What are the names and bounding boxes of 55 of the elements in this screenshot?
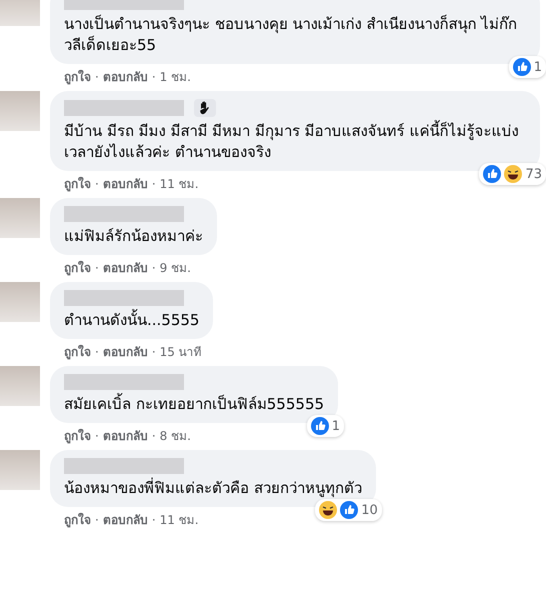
comment-text: น้องหมาของพี่ฟิมแต่ละตัวคือ สวยกว่าหนูทุกตัว xyxy=(64,478,362,499)
separator: · xyxy=(95,176,99,192)
reply-link[interactable]: ตอบกลับ xyxy=(102,176,148,192)
reaction-count: 1 xyxy=(332,418,340,434)
like-link[interactable]: ถูกใจ xyxy=(64,176,91,192)
reply-link[interactable]: ตอบกลับ xyxy=(102,428,148,444)
thumbs-up-icon xyxy=(512,58,531,76)
reaction-summary[interactable]: 10 xyxy=(315,499,382,521)
timestamp[interactable]: 9 ชม. xyxy=(160,260,191,276)
comment-text: สมัยเคเบิ้ล กะเทยอยากเป็นฟิล์ม555555 xyxy=(64,394,324,415)
reaction-summary[interactable]: 73 xyxy=(479,163,546,185)
separator: · xyxy=(152,344,156,360)
like-link[interactable]: ถูกใจ xyxy=(64,428,91,444)
avatar[interactable] xyxy=(0,198,40,238)
reply-link[interactable]: ตอบกลับ xyxy=(102,69,148,85)
comment-text: มีบ้าน มีรถ มีมง มีสามี มีหมา มีกุมาร มีอาบแสงจันทร์ แค่นี้ก็ไม่รู้จะแบ่งเวลายังไงแล้วค่ะ ตำนานของจริง xyxy=(64,121,520,163)
avatar[interactable] xyxy=(0,450,40,490)
separator: · xyxy=(152,69,156,85)
separator: · xyxy=(95,428,99,444)
separator: · xyxy=(152,176,156,192)
reaction-summary[interactable]: 1 xyxy=(508,56,546,78)
laughing-emoji-icon xyxy=(319,501,338,519)
timestamp[interactable]: 15 นาที xyxy=(160,344,202,360)
comment-text: แม่ฟิมล์รักน้องหมาค่ะ xyxy=(64,226,203,247)
like-link[interactable]: ถูกใจ xyxy=(64,260,91,276)
timestamp[interactable]: 1 ชม. xyxy=(160,69,191,85)
timestamp[interactable]: 8 ชม. xyxy=(160,428,191,444)
separator: · xyxy=(95,260,99,276)
reply-link[interactable]: ตอบกลับ xyxy=(102,344,148,360)
like-link[interactable]: ถูกใจ xyxy=(64,69,91,85)
separator: · xyxy=(95,69,99,85)
separator: · xyxy=(95,344,99,360)
comment-text: ตำนานดังนั้น...5555 xyxy=(64,310,200,331)
like-link[interactable]: ถูกใจ xyxy=(64,512,91,528)
comment-text: นางเป็นตำนานจริงๆนะ ชอบนางคุย นางเม้าเก่ง สำเนียงนางก็สนุก ไม่ก๊ก วลีเด็ดเยอะ55 xyxy=(64,14,518,56)
separator: · xyxy=(152,428,156,444)
thumbs-up-icon xyxy=(340,501,358,519)
separator: · xyxy=(152,260,156,276)
timestamp[interactable]: 11 ชม. xyxy=(160,176,199,192)
reaction-summary[interactable]: 1 xyxy=(306,415,344,437)
separator: · xyxy=(152,512,156,528)
laughing-emoji-icon xyxy=(504,165,522,183)
avatar[interactable] xyxy=(0,282,40,322)
timestamp[interactable]: 11 ชม. xyxy=(160,512,199,528)
thumbs-up-icon xyxy=(483,165,502,183)
reply-link[interactable]: ตอบกลับ xyxy=(102,512,148,528)
reply-link[interactable]: ตอบกลับ xyxy=(102,260,148,276)
like-link[interactable]: ถูกใจ xyxy=(64,344,91,360)
reaction-count: 10 xyxy=(361,502,378,518)
thumbs-up-icon xyxy=(310,417,329,435)
avatar[interactable] xyxy=(0,91,40,131)
separator: · xyxy=(95,512,99,528)
reaction-count: 73 xyxy=(525,166,542,182)
reaction-count: 1 xyxy=(534,60,542,74)
avatar[interactable] xyxy=(0,366,40,406)
